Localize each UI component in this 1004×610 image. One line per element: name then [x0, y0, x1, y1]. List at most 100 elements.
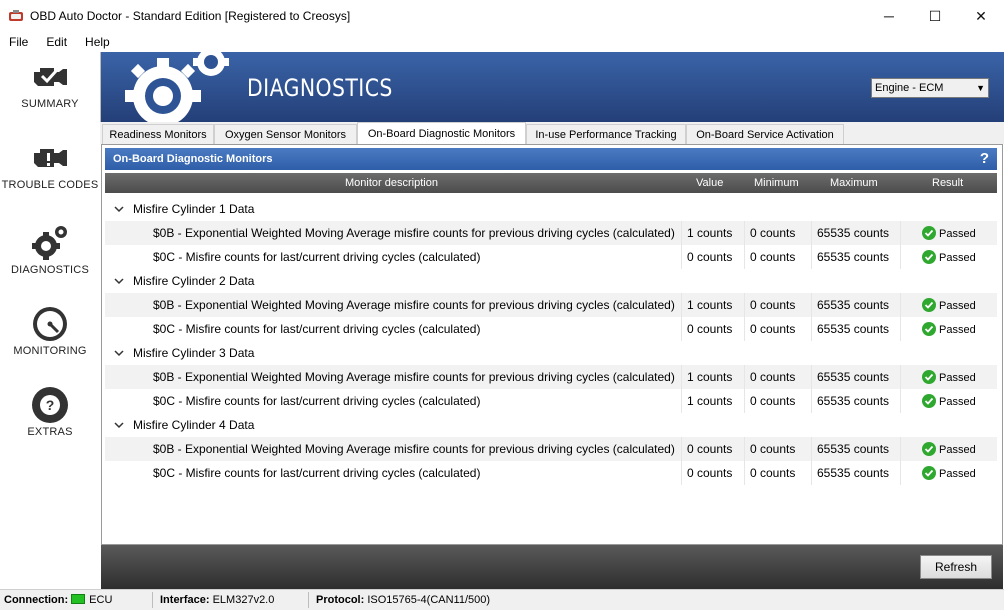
cell-divider: [900, 317, 901, 341]
monitor-value: 1 counts: [687, 370, 733, 384]
group-row[interactable]: Misfire Cylinder 1 Data: [105, 197, 997, 221]
status-bar: Connection: ECU Interface: ELM327v2.0 Pro…: [0, 589, 1004, 610]
cell-divider: [900, 365, 901, 389]
chevron-down-icon[interactable]: [113, 203, 125, 215]
close-button[interactable]: ✕: [958, 0, 1004, 32]
group-row[interactable]: Misfire Cylinder 2 Data: [105, 269, 997, 293]
col-description[interactable]: Monitor description: [345, 177, 438, 189]
status-protocol: Protocol: ISO15765-4(CAN11/500): [316, 594, 490, 606]
monitor-minimum: 0 counts: [750, 370, 796, 384]
monitor-row[interactable]: $0C - Misfire counts for last/current dr…: [105, 461, 997, 485]
group-row[interactable]: Misfire Cylinder 4 Data: [105, 413, 997, 437]
connection-led-icon: [71, 594, 86, 604]
monitor-minimum: 0 counts: [750, 442, 796, 456]
cell-divider: [900, 389, 901, 413]
panel-title: On-Board Diagnostic Monitors: [113, 153, 273, 165]
nav-diagnostics[interactable]: DIAGNOSTICS: [0, 214, 100, 294]
monitor-value: 1 counts: [687, 394, 733, 408]
tab-in-use-performance-tracking[interactable]: In-use Performance Tracking: [526, 124, 686, 144]
tab-label: Readiness Monitors: [109, 128, 207, 141]
monitor-result: Passed: [939, 324, 976, 336]
monitor-row[interactable]: $0B - Exponential Weighted Moving Averag…: [105, 221, 997, 245]
monitor-maximum: 65535 counts: [817, 298, 890, 312]
left-navigation: SUMMARY TROUBLE CODES DIAGNOSTICS MONITO…: [0, 52, 100, 589]
monitor-minimum: 0 counts: [750, 226, 796, 240]
monitor-value: 0 counts: [687, 250, 733, 264]
nav-extras[interactable]: ? EXTRAS: [0, 376, 100, 456]
monitor-minimum: 0 counts: [750, 298, 796, 312]
col-minimum[interactable]: Minimum: [754, 177, 799, 189]
monitor-maximum: 65535 counts: [817, 466, 890, 480]
monitor-result: Passed: [939, 252, 976, 264]
monitor-result: Passed: [939, 372, 976, 384]
cell-divider: [681, 317, 682, 341]
monitor-row[interactable]: $0C - Misfire counts for last/current dr…: [105, 389, 997, 413]
cell-divider: [681, 437, 682, 461]
monitor-description: $0B - Exponential Weighted Moving Averag…: [153, 298, 675, 312]
group-name: Misfire Cylinder 4 Data: [133, 418, 255, 432]
chevron-down-icon[interactable]: [113, 347, 125, 359]
chevron-down-icon[interactable]: [113, 275, 125, 287]
tab-readiness-monitors[interactable]: Readiness Monitors: [102, 124, 214, 144]
cell-divider: [811, 245, 812, 269]
cell-divider: [811, 437, 812, 461]
check-circle-icon: [922, 226, 936, 240]
monitor-row[interactable]: $0B - Exponential Weighted Moving Averag…: [105, 365, 997, 389]
col-maximum[interactable]: Maximum: [830, 177, 878, 189]
help-icon[interactable]: ?: [980, 150, 989, 167]
monitor-value: 0 counts: [687, 322, 733, 336]
monitor-row[interactable]: $0B - Exponential Weighted Moving Averag…: [105, 437, 997, 461]
tab-on-board-diagnostic-monitors[interactable]: On-Board Diagnostic Monitors: [357, 122, 526, 144]
svg-text:?: ?: [46, 397, 55, 413]
nav-summary[interactable]: SUMMARY: [0, 52, 100, 132]
check-circle-icon: [922, 322, 936, 336]
column-header-row: Monitor description Value Minimum Maximu…: [105, 173, 997, 193]
check-circle-icon: [922, 370, 936, 384]
nav-trouble-codes[interactable]: TROUBLE CODES: [0, 133, 100, 213]
tab-oxygen-sensor-monitors[interactable]: Oxygen Sensor Monitors: [214, 124, 357, 144]
cell-divider: [811, 317, 812, 341]
tab-on-board-service-activation[interactable]: On-Board Service Activation: [686, 124, 844, 144]
group-row[interactable]: Misfire Cylinder 3 Data: [105, 341, 997, 365]
monitor-row[interactable]: $0C - Misfire counts for last/current dr…: [105, 245, 997, 269]
cell-divider: [900, 461, 901, 485]
connection-value: ECU: [89, 594, 113, 606]
monitor-value: 1 counts: [687, 226, 733, 240]
menu-help[interactable]: Help: [76, 35, 119, 49]
interface-label: Interface:: [160, 594, 210, 606]
nav-monitoring[interactable]: MONITORING: [0, 295, 100, 375]
engine-check-icon: [34, 68, 67, 86]
col-value[interactable]: Value: [696, 177, 723, 189]
nav-trouble-codes-label: TROUBLE CODES: [1, 179, 99, 191]
check-circle-icon: [922, 466, 936, 480]
menu-file[interactable]: File: [0, 35, 37, 49]
group-name: Misfire Cylinder 2 Data: [133, 274, 255, 288]
connection-label: Connection:: [4, 594, 69, 606]
menu-bar: File Edit Help: [0, 32, 1004, 52]
cell-divider: [744, 437, 745, 461]
cell-divider: [744, 389, 745, 413]
cell-divider: [900, 437, 901, 461]
ecu-select-value: Engine - ECM: [875, 82, 944, 94]
protocol-value: ISO15765-4(CAN11/500): [367, 594, 491, 606]
group-name: Misfire Cylinder 3 Data: [133, 346, 255, 360]
page-title: DIAGNOSTICS: [247, 74, 393, 102]
col-result[interactable]: Result: [932, 177, 963, 189]
ecu-select[interactable]: Engine - ECM ▼: [871, 78, 989, 98]
monitor-row[interactable]: $0C - Misfire counts for last/current dr…: [105, 317, 997, 341]
interface-value: ELM327v2.0: [212, 594, 275, 606]
minimize-button[interactable]: ─: [866, 0, 912, 32]
cell-divider: [811, 221, 812, 245]
refresh-button[interactable]: Refresh: [920, 555, 992, 579]
cell-divider: [681, 365, 682, 389]
monitor-maximum: 65535 counts: [817, 250, 890, 264]
monitor-row[interactable]: $0B - Exponential Weighted Moving Averag…: [105, 293, 997, 317]
nav-extras-label: EXTRAS: [27, 426, 73, 438]
chevron-down-icon[interactable]: [113, 419, 125, 431]
monitor-maximum: 65535 counts: [817, 442, 890, 456]
menu-edit[interactable]: Edit: [37, 35, 76, 49]
monitor-minimum: 0 counts: [750, 250, 796, 264]
monitor-minimum: 0 counts: [750, 322, 796, 336]
check-circle-icon: [922, 394, 936, 408]
maximize-button[interactable]: ☐: [912, 0, 958, 32]
